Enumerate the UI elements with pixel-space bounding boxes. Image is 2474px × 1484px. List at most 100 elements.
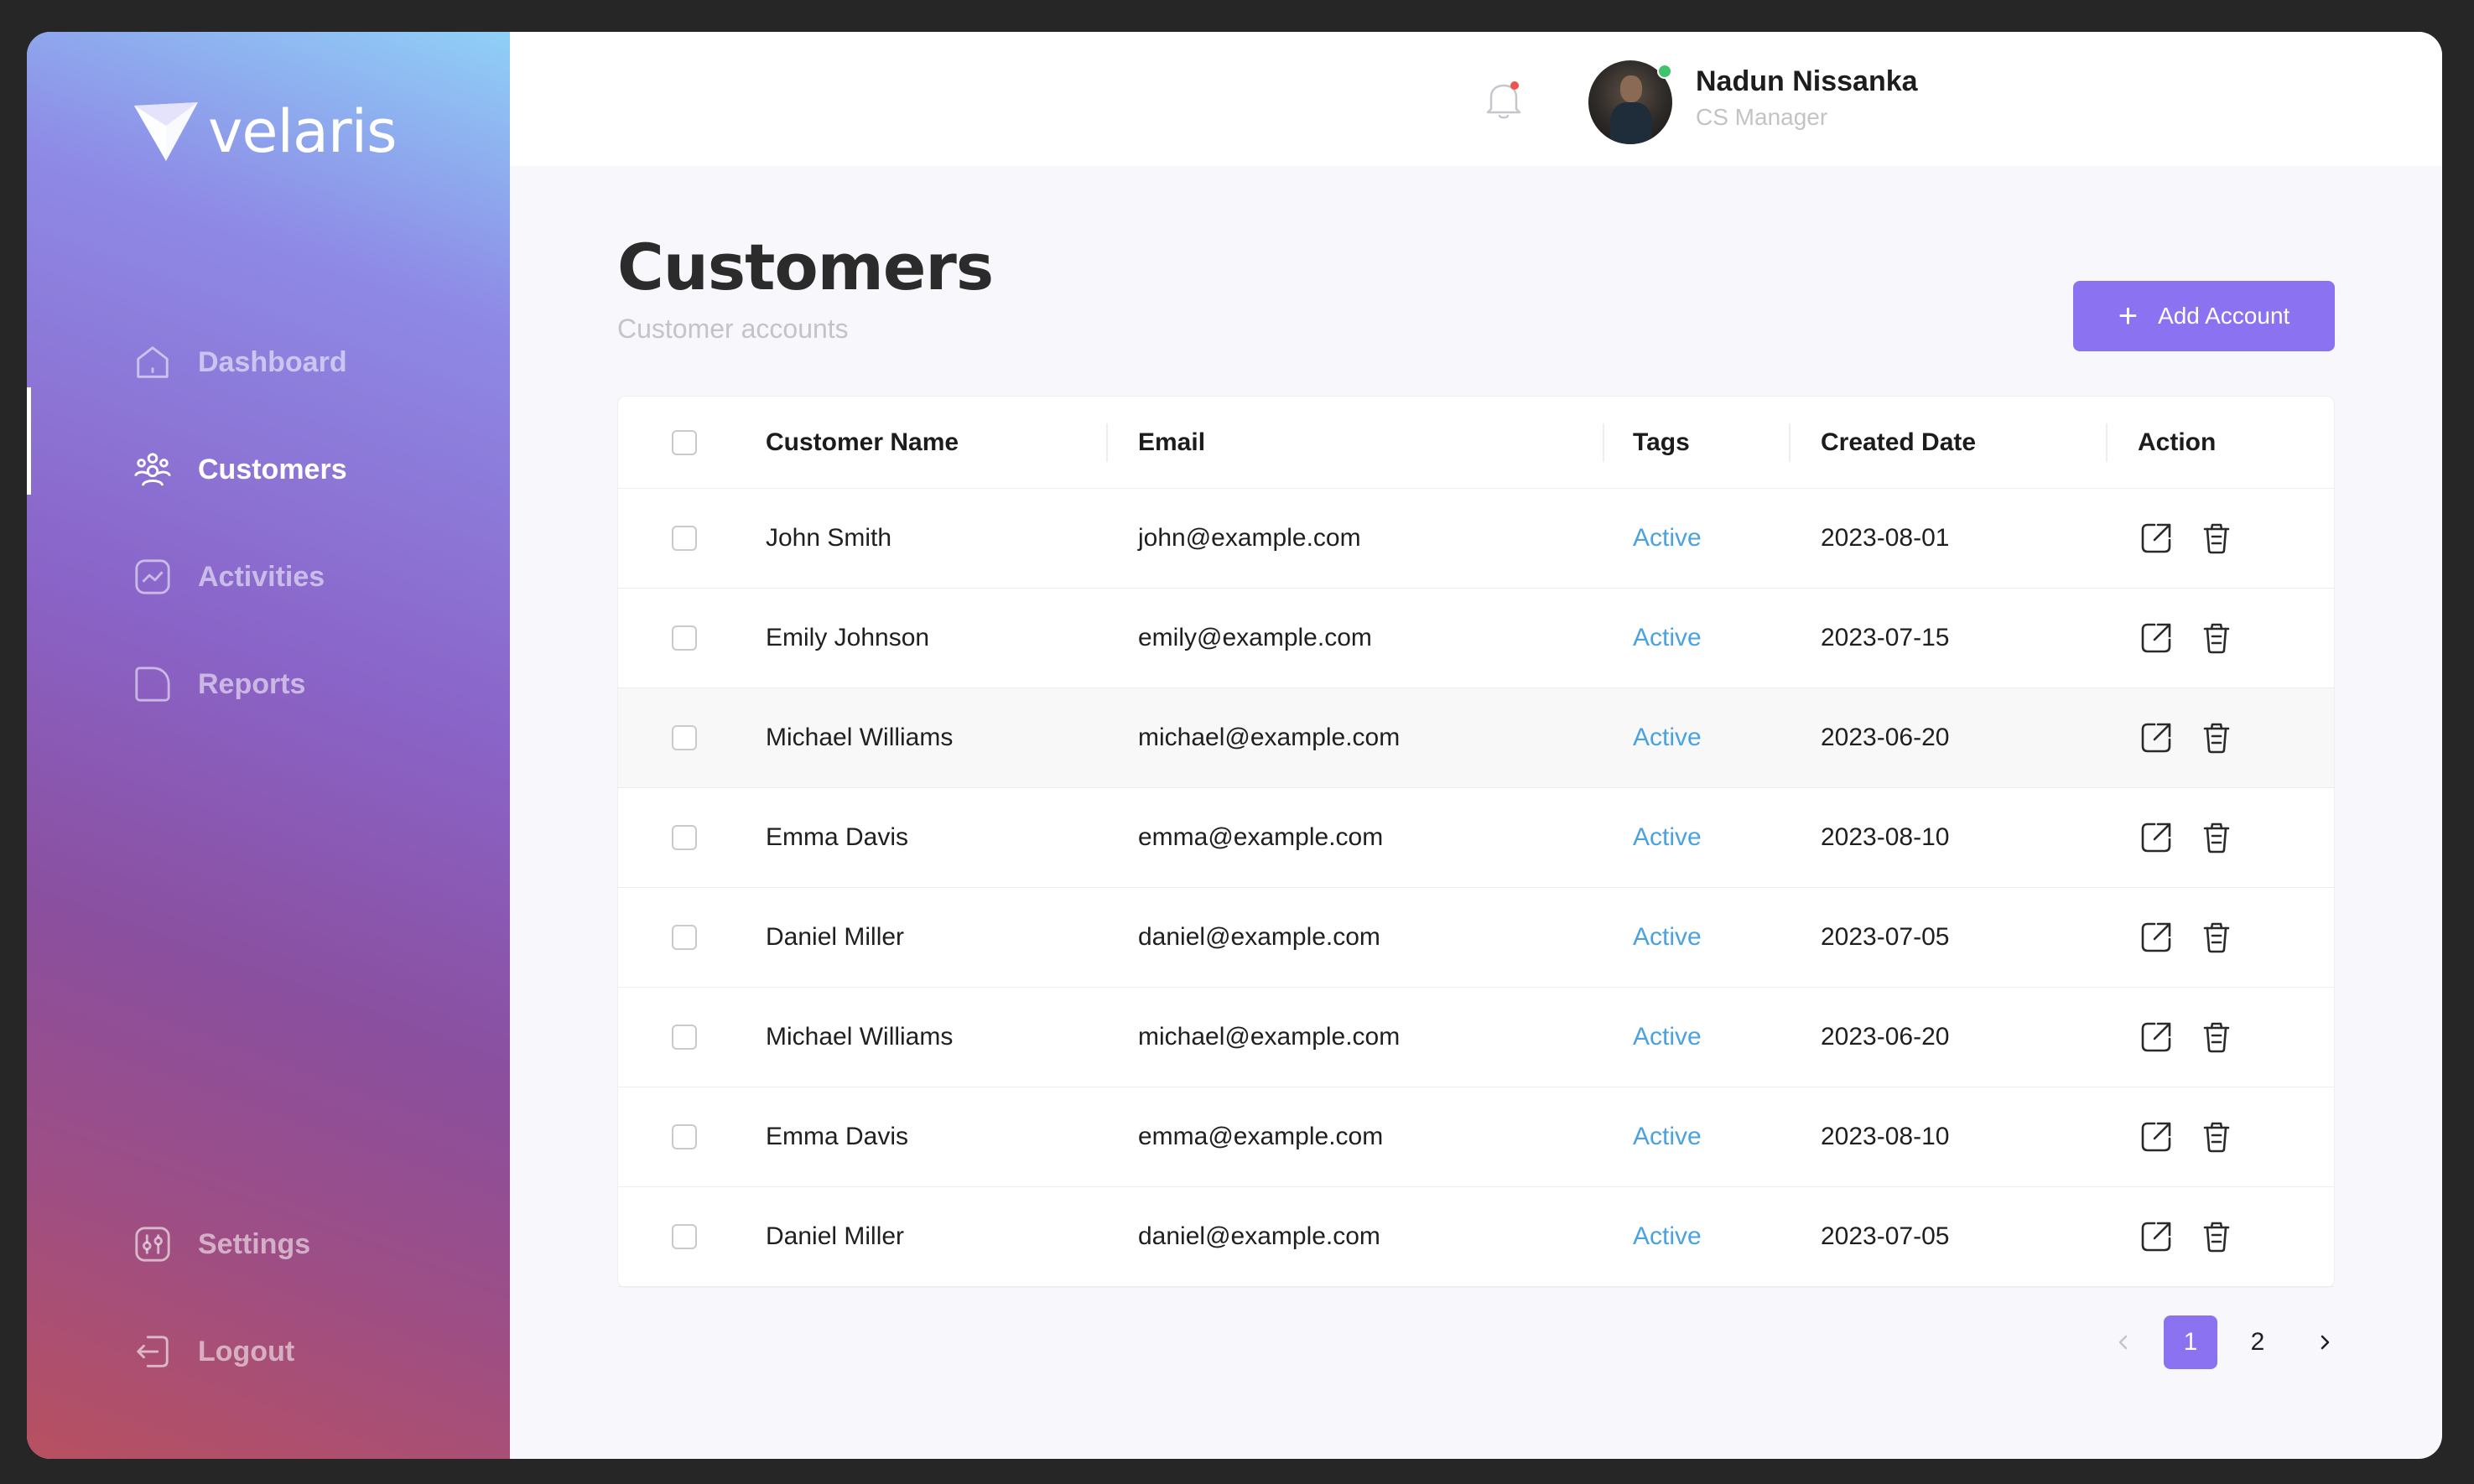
status-tag: Active <box>1633 1023 1702 1051</box>
sidebar-item-label: Customers <box>198 453 347 485</box>
column-divider <box>1603 423 1604 462</box>
next-page-button[interactable] <box>2298 1315 2352 1369</box>
customer-name: Michael Williams <box>766 1023 954 1051</box>
created-date: 2023-07-05 <box>1821 923 1950 951</box>
sidebar-item-label: Activities <box>198 560 325 593</box>
column-header-email[interactable]: Email <box>1138 397 1205 488</box>
open-external-icon[interactable] <box>2138 1019 2175 1056</box>
customer-name: Emily Johnson <box>766 624 930 651</box>
customer-email: emma@example.com <box>1138 823 1384 851</box>
trash-icon[interactable] <box>2198 520 2235 557</box>
created-date: 2023-08-10 <box>1821 1123 1950 1150</box>
row-checkbox[interactable] <box>672 1224 697 1249</box>
active-nav-indicator <box>27 387 31 495</box>
activity-chart-icon <box>133 557 173 597</box>
brand-logo[interactable]: velaris <box>133 97 398 166</box>
sidebar-item-dashboard[interactable]: Dashboard <box>133 337 347 387</box>
customer-name: Michael Williams <box>766 724 954 751</box>
brand-name: velaris <box>208 97 398 166</box>
app-window: velaris Dashboard Customers Activities R… <box>27 32 2442 1459</box>
row-checkbox[interactable] <box>672 925 697 950</box>
customer-email: daniel@example.com <box>1138 1222 1380 1250</box>
customer-email: emma@example.com <box>1138 1123 1384 1150</box>
user-role: CS Manager <box>1696 104 1828 130</box>
chevron-left-icon <box>2118 1335 2128 1350</box>
table-row[interactable]: Daniel Miller daniel@example.com Active 202… <box>618 888 2334 988</box>
open-external-icon[interactable] <box>2138 919 2175 956</box>
trash-icon[interactable] <box>2198 620 2235 656</box>
table-row[interactable]: Daniel Miller daniel@example.com Active 202… <box>618 1187 2334 1287</box>
sidebar-item-label: Logout <box>198 1335 295 1367</box>
trash-icon[interactable] <box>2198 719 2235 756</box>
column-divider <box>1789 423 1791 462</box>
row-checkbox[interactable] <box>672 1025 697 1050</box>
trash-icon[interactable] <box>2198 1218 2235 1255</box>
customer-name: Daniel Miller <box>766 923 905 951</box>
row-checkbox[interactable] <box>672 725 697 750</box>
column-header-name[interactable]: Customer Name <box>766 397 959 488</box>
page-button-1[interactable]: 1 <box>2164 1315 2217 1369</box>
status-tag: Active <box>1633 724 1702 751</box>
open-external-icon[interactable] <box>2138 1218 2175 1255</box>
page-button-2[interactable]: 2 <box>2231 1315 2284 1369</box>
customer-email: michael@example.com <box>1138 724 1401 751</box>
open-external-icon[interactable] <box>2138 520 2175 557</box>
customer-email: michael@example.com <box>1138 1023 1401 1051</box>
open-external-icon[interactable] <box>2138 620 2175 656</box>
trash-icon[interactable] <box>2198 919 2235 956</box>
bell-icon[interactable] <box>1484 79 1523 121</box>
report-icon <box>133 664 173 704</box>
velaris-logo-icon <box>134 102 198 161</box>
sidebar-item-activities[interactable]: Activities <box>133 552 325 602</box>
status-tag: Active <box>1633 524 1702 552</box>
created-date: 2023-07-05 <box>1821 1222 1950 1250</box>
table-row[interactable]: Michael Williams michael@example.com Activ… <box>618 988 2334 1087</box>
created-date: 2023-06-20 <box>1821 724 1950 751</box>
trash-icon[interactable] <box>2198 1019 2235 1056</box>
add-account-button[interactable]: + Add Account <box>2073 281 2335 351</box>
row-checkbox[interactable] <box>672 625 697 651</box>
row-checkbox[interactable] <box>672 825 697 850</box>
customer-name: Emma Davis <box>766 823 909 851</box>
sidebar-item-label: Reports <box>198 667 306 700</box>
open-external-icon[interactable] <box>2138 1118 2175 1155</box>
select-all-checkbox[interactable] <box>672 429 697 455</box>
open-external-icon[interactable] <box>2138 819 2175 856</box>
table-row[interactable]: Emma Davis emma@example.com Active 2023-08-… <box>618 788 2334 888</box>
table-row[interactable]: John Smith john@example.com Active 2023-08-… <box>618 489 2334 589</box>
status-tag: Active <box>1633 823 1702 851</box>
online-status-dot <box>1657 64 1672 79</box>
column-divider <box>1106 423 1108 462</box>
customer-email: emily@example.com <box>1138 624 1372 651</box>
open-external-icon[interactable] <box>2138 719 2175 756</box>
sidebar-item-customers[interactable]: Customers <box>133 444 347 495</box>
sidebar-item-reports[interactable]: Reports <box>133 659 305 709</box>
sidebar-item-logout[interactable]: Logout <box>133 1326 294 1377</box>
trash-icon[interactable] <box>2198 1118 2235 1155</box>
column-header-created-date[interactable]: Created Date <box>1821 397 1976 488</box>
column-header-action: Action <box>2138 428 2217 456</box>
table-row[interactable]: Emily Johnson emily@example.com Active 2023… <box>618 589 2334 688</box>
logout-icon <box>133 1331 173 1372</box>
settings-icon <box>133 1224 173 1264</box>
created-date: 2023-08-10 <box>1821 823 1950 851</box>
page-subtitle: Customer accounts <box>617 314 849 344</box>
row-checkbox[interactable] <box>672 526 697 551</box>
add-account-label: Add Account <box>2158 303 2290 329</box>
home-icon <box>133 342 173 382</box>
table-row[interactable]: Michael Williams michael@example.com Activ… <box>618 688 2334 788</box>
trash-icon[interactable] <box>2198 819 2235 856</box>
created-date: 2023-07-15 <box>1821 624 1950 651</box>
row-checkbox[interactable] <box>672 1124 697 1149</box>
customer-name: Daniel Miller <box>766 1222 905 1250</box>
created-date: 2023-08-01 <box>1821 524 1950 552</box>
status-tag: Active <box>1633 624 1702 651</box>
table-row[interactable]: Emma Davis emma@example.com Active 2023-08-… <box>618 1087 2334 1187</box>
sidebar-item-label: Dashboard <box>198 345 347 378</box>
sidebar-item-settings[interactable]: Settings <box>133 1219 310 1269</box>
customer-name: John Smith <box>766 524 892 552</box>
column-header-tags[interactable]: Tags <box>1633 397 1690 488</box>
plus-icon: + <box>2118 298 2139 335</box>
pagination: 1 2 <box>2097 1315 2352 1370</box>
prev-page-button[interactable] <box>2097 1315 2150 1369</box>
